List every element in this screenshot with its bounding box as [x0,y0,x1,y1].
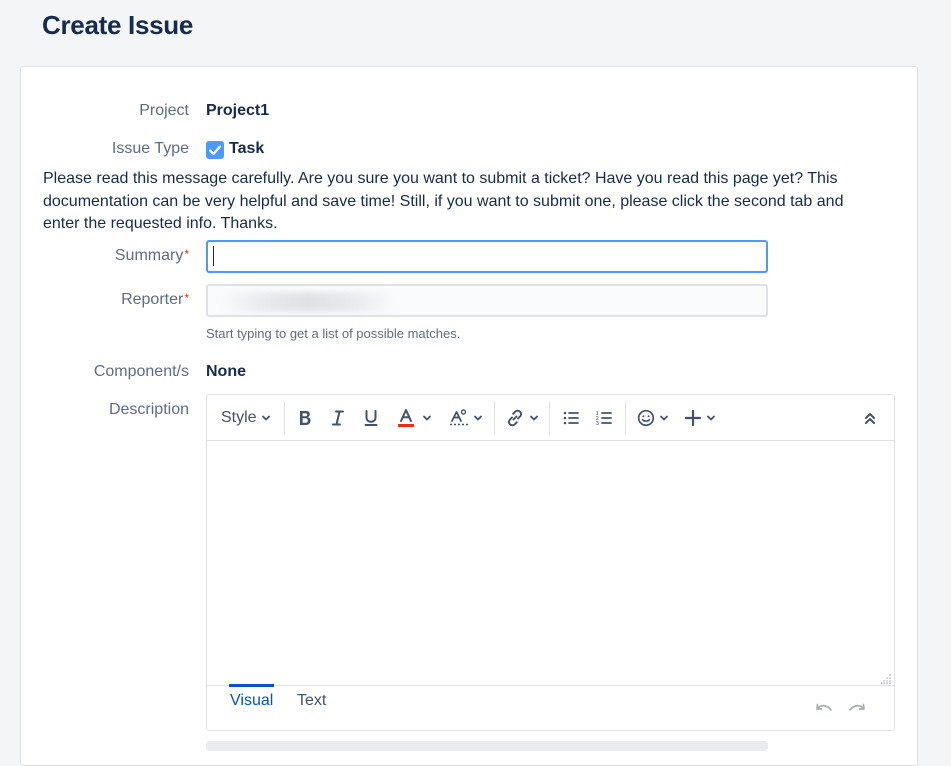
collapse-toolbar-button[interactable] [863,405,877,431]
page-title: Create Issue [42,10,194,40]
description-text-area[interactable] [207,441,894,685]
reporter-hint: Start typing to get a list of possible m… [206,326,461,341]
numbered-list-icon: 123 [596,411,612,427]
undo-button[interactable] [815,702,833,720]
emoji-button[interactable] [637,405,670,431]
redo-button[interactable] [848,702,866,720]
issue-type-label: Issue Type [111,140,189,157]
insert-button[interactable] [684,405,717,431]
project-value: Project1 [206,102,270,119]
toolbar-divider [284,401,285,435]
description-editor: Style 123 Visual Text [206,394,895,731]
summary-label: Summary* [115,247,189,265]
active-tab-indicator [229,684,274,687]
underline-button[interactable] [363,405,379,431]
chevron-down-icon [261,415,270,421]
chevron-down-icon [530,415,538,421]
underline-icon [364,410,378,426]
bold-button[interactable] [297,405,313,431]
next-field-edge [206,741,768,751]
summary-label-text: Summary [114,247,184,264]
components-label: Component/s [93,363,189,380]
description-label: Description [108,401,189,418]
collapse-toolbar-icon [865,413,875,424]
italic-button[interactable] [330,405,346,431]
bullet-list-button[interactable] [562,405,580,431]
chevron-down-icon [423,415,431,421]
redo-icon [849,703,865,711]
reporter-input[interactable] [206,284,768,317]
required-mark: * [184,247,189,261]
toolbar-divider [494,401,495,435]
project-label: Project [139,102,189,119]
text-format-icon [450,409,468,426]
undo-icon [816,703,832,711]
tab-text[interactable]: Text [296,692,327,710]
reporter-label-text: Reporter [121,291,184,308]
chevron-down-icon [474,415,482,421]
emoji-icon [637,409,655,427]
text-color-icon [398,409,414,427]
tab-visual[interactable]: Visual [229,692,274,710]
style-label: Style [221,409,257,426]
summary-input[interactable] [206,240,768,273]
reporter-label: Reporter* [121,291,189,309]
italic-icon [332,410,344,426]
components-value[interactable]: None [206,363,246,381]
numbered-list-button[interactable]: 123 [595,405,613,431]
text-format-button[interactable] [449,405,484,431]
link-icon [508,409,522,427]
editor-mode-bar: Visual Text [207,684,894,731]
editor-toolbar: Style 123 [207,395,894,441]
issue-type-value[interactable]: Task [229,140,264,158]
insert-plus-icon [684,409,702,427]
chevron-down-icon [660,415,668,421]
reporter-redacted-value [218,292,398,312]
toolbar-divider [625,401,626,435]
bullet-list-icon [563,411,579,425]
style-dropdown[interactable]: Style [221,405,272,431]
required-mark: * [184,291,189,305]
text-caret [213,246,214,266]
svg-text:3: 3 [596,421,600,427]
chevron-down-icon [707,415,715,421]
submission-notice: Please read this message carefully. Are … [43,170,844,232]
text-color-button[interactable] [397,405,433,431]
bold-icon [300,411,311,425]
toolbar-divider [549,401,550,435]
link-button[interactable] [505,405,540,431]
task-type-icon[interactable] [206,141,224,159]
